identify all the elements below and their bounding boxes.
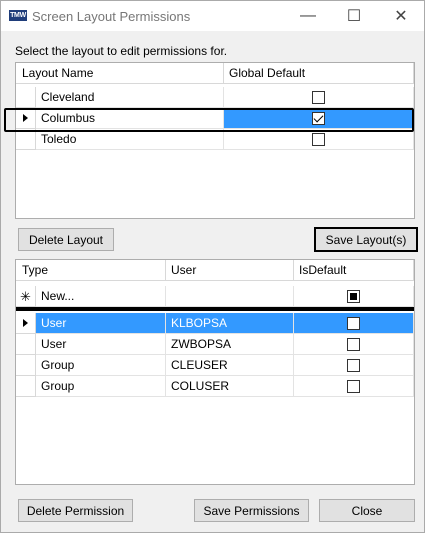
asterisk-icon: ✳ <box>20 289 31 304</box>
new-row-separator <box>16 307 414 311</box>
global-default-checkbox[interactable] <box>312 91 325 104</box>
save-permissions-button[interactable]: Save Permissions <box>194 499 309 522</box>
new-row-user-cell[interactable] <box>166 286 294 307</box>
focused-row-outline <box>4 108 414 132</box>
row-header[interactable] <box>16 313 36 334</box>
close-button[interactable]: Close <box>319 499 415 522</box>
row-header[interactable] <box>16 129 36 150</box>
isdefault-checkbox[interactable] <box>347 290 360 303</box>
column-header-layout-name[interactable]: Layout Name <box>16 63 224 84</box>
isdefault-cell[interactable] <box>294 355 414 376</box>
permission-row[interactable]: User ZWBOPSA <box>16 334 414 355</box>
column-header-user[interactable]: User <box>166 260 294 281</box>
new-row-type-cell[interactable]: New... <box>36 286 166 307</box>
user-cell[interactable]: KLBOPSA <box>166 313 294 334</box>
row-header[interactable] <box>16 355 36 376</box>
column-header-isdefault[interactable]: IsDefault <box>294 260 414 281</box>
row-header[interactable]: ✳ <box>16 286 36 307</box>
isdefault-cell[interactable] <box>294 376 414 397</box>
permissions-header-row: Type User IsDefault <box>16 260 414 281</box>
window-title: Screen Layout Permissions <box>32 9 191 24</box>
row-header[interactable] <box>16 87 36 108</box>
delete-permission-button[interactable]: Delete Permission <box>18 499 133 522</box>
isdefault-checkbox[interactable] <box>347 317 360 330</box>
layout-row[interactable]: Toledo <box>16 129 414 150</box>
app-icon: TMW <box>9 10 27 21</box>
new-row-isdefault-cell[interactable] <box>294 286 414 307</box>
dialog-window: TMW Screen Layout Permissions — ☐ ✕ Sele… <box>0 0 425 533</box>
layout-name-cell[interactable]: Cleveland <box>36 87 224 108</box>
type-cell[interactable]: Group <box>36 355 166 376</box>
maximize-button[interactable]: ☐ <box>331 1 377 31</box>
new-row[interactable]: ✳ New... <box>16 286 414 307</box>
user-cell[interactable]: COLUSER <box>166 376 294 397</box>
permission-row[interactable]: Group CLEUSER <box>16 355 414 376</box>
global-default-checkbox[interactable] <box>312 133 325 146</box>
isdefault-checkbox[interactable] <box>347 380 360 393</box>
isdefault-checkbox[interactable] <box>347 338 360 351</box>
user-cell[interactable]: CLEUSER <box>166 355 294 376</box>
minimize-button[interactable]: — <box>285 1 331 31</box>
type-cell[interactable]: User <box>36 313 166 334</box>
global-default-cell[interactable] <box>224 129 414 150</box>
isdefault-checkbox[interactable] <box>347 359 360 372</box>
row-header[interactable] <box>16 376 36 397</box>
delete-layout-button[interactable]: Delete Layout <box>18 228 114 251</box>
permissions-grid[interactable]: Type User IsDefault ✳ New... User KLBOPS… <box>15 259 415 485</box>
layout-row[interactable]: Cleveland <box>16 87 414 108</box>
column-header-type[interactable]: Type <box>16 260 166 281</box>
close-window-button[interactable]: ✕ <box>378 1 424 31</box>
prompt-label: Select the layout to edit permissions fo… <box>15 44 228 58</box>
title-bar: TMW Screen Layout Permissions — ☐ ✕ <box>1 1 424 31</box>
row-indicator-icon <box>23 319 28 327</box>
type-cell[interactable]: Group <box>36 376 166 397</box>
isdefault-cell[interactable] <box>294 334 414 355</box>
permission-row-selected[interactable]: User KLBOPSA <box>16 313 414 334</box>
global-default-cell[interactable] <box>224 87 414 108</box>
layouts-header-row: Layout Name Global Default <box>16 63 414 84</box>
isdefault-cell[interactable] <box>294 313 414 334</box>
user-cell[interactable]: ZWBOPSA <box>166 334 294 355</box>
column-header-global-default[interactable]: Global Default <box>224 63 414 84</box>
row-header[interactable] <box>16 334 36 355</box>
type-cell[interactable]: User <box>36 334 166 355</box>
layout-name-cell[interactable]: Toledo <box>36 129 224 150</box>
layouts-grid[interactable]: Layout Name Global Default Cleveland Col… <box>15 62 415 219</box>
permission-row[interactable]: Group COLUSER <box>16 376 414 397</box>
save-layouts-button[interactable]: Save Layout(s) <box>315 228 417 251</box>
